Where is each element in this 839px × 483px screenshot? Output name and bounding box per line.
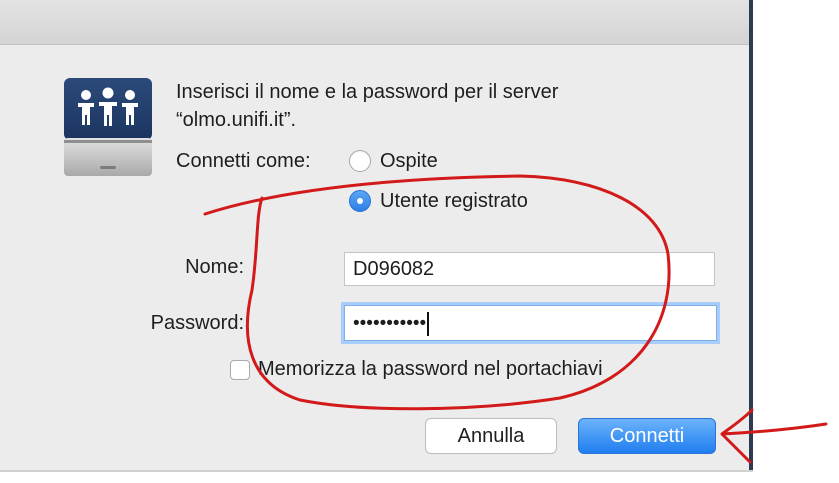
name-input-value: D096082 <box>353 258 435 280</box>
window-right-edge <box>749 0 753 470</box>
dialog-message-line2: “olmo.unifi.it”. <box>176 109 297 131</box>
guest-radio-label[interactable]: Ospite <box>380 150 438 173</box>
window-titlebar <box>0 0 749 45</box>
name-input[interactable]: D096082 <box>344 252 715 286</box>
remember-password-label[interactable]: Memorizza la password nel portachiavi <box>258 358 603 381</box>
screenshot-stage: Inserisci il nome e la password per il s… <box>0 0 839 483</box>
registered-user-radio[interactable] <box>349 190 371 212</box>
dialog-message-line1: Inserisci il nome e la password per il s… <box>176 81 559 103</box>
shared-server-icon <box>64 78 152 176</box>
password-label: Password: <box>150 312 244 334</box>
name-label: Nome: <box>185 256 244 278</box>
text-caret <box>427 311 430 336</box>
window-bottom-edge <box>0 470 753 472</box>
remember-password-checkbox[interactable] <box>230 360 250 380</box>
server-login-dialog: Inserisci il nome e la password per il s… <box>0 0 749 470</box>
cancel-button[interactable]: Annulla <box>425 418 557 454</box>
password-input-value: ••••••••••• <box>353 313 427 334</box>
dialog-message: Inserisci il nome e la password per il s… <box>176 78 696 134</box>
registered-user-radio-label[interactable]: Utente registrato <box>380 190 528 213</box>
connect-button[interactable]: Connetti <box>578 418 716 454</box>
password-input[interactable]: ••••••••••• <box>344 305 717 341</box>
guest-radio[interactable] <box>349 150 371 172</box>
connect-as-label: Connetti come: <box>176 150 311 172</box>
